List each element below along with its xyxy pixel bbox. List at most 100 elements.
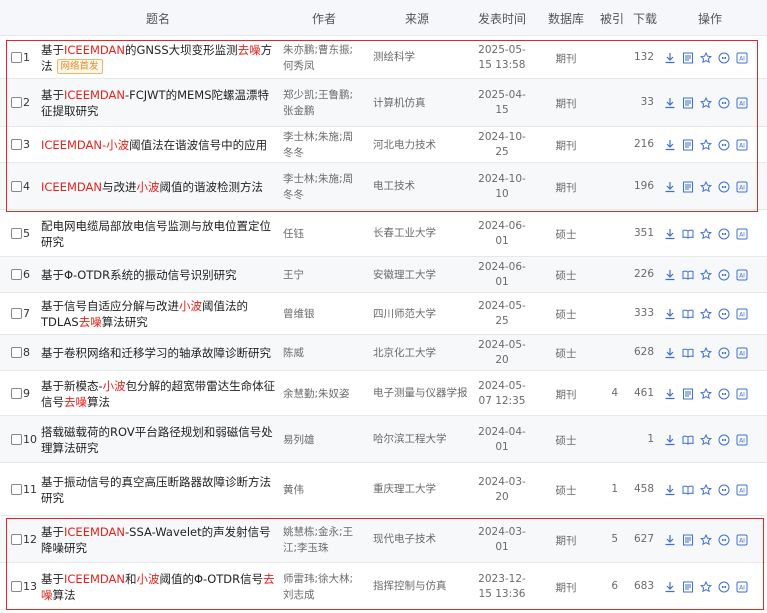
star-icon[interactable] xyxy=(700,97,712,109)
download-icon[interactable] xyxy=(664,139,676,151)
quote-icon[interactable] xyxy=(718,139,730,151)
html-read-icon[interactable] xyxy=(682,97,694,109)
download-icon[interactable] xyxy=(664,97,676,109)
article-title-link[interactable]: 基于卷积网络和迁移学习的轴承故障诊断研究 xyxy=(41,345,277,361)
source-link[interactable]: 电子测量与仪器学报 xyxy=(373,386,473,401)
row-checkbox[interactable] xyxy=(11,580,22,592)
download-icon[interactable] xyxy=(664,52,676,64)
star-icon[interactable] xyxy=(700,51,712,64)
quote-icon[interactable] xyxy=(718,52,730,64)
book-icon[interactable] xyxy=(682,228,694,240)
star-icon[interactable] xyxy=(700,227,712,240)
star-icon[interactable] xyxy=(700,433,712,446)
article-title-link[interactable]: 基于ICEEMDAN-FCJWT的MEMS陀螺温漂特征提取研究 xyxy=(41,87,277,119)
author-link[interactable]: 任钰 xyxy=(283,226,363,242)
download-icon[interactable] xyxy=(664,181,676,193)
cited-column-header[interactable]: 被引 xyxy=(600,10,624,27)
article-title-link[interactable]: 基于ICEEMDAN的GNSS大坝变形监测去噪方法 网络首发 xyxy=(41,42,277,74)
article-title-link[interactable]: 搭载磁载荷的ROV平台路径规划和弱磁信号处理算法研究 xyxy=(41,424,277,456)
ai-icon[interactable]: AI xyxy=(736,228,748,240)
source-link[interactable]: 指挥控制与仿真 xyxy=(373,579,473,594)
row-checkbox[interactable] xyxy=(11,308,22,319)
author-link[interactable]: 黄伟 xyxy=(283,482,363,498)
row-checkbox[interactable] xyxy=(11,139,22,150)
source-link[interactable]: 现代电子技术 xyxy=(373,532,473,547)
ai-icon[interactable]: AI xyxy=(736,534,748,546)
article-title-link[interactable]: 配电网电缆局部放电信号监测与放电位置定位研究 xyxy=(41,218,277,250)
article-title-link[interactable]: 基于ICEEMDAN-SSA-Wavelet的声发射信号降噪研究 xyxy=(41,524,277,556)
ai-icon[interactable]: AI xyxy=(736,388,748,400)
download-column-header[interactable]: 下载 xyxy=(633,10,657,27)
row-checkbox[interactable] xyxy=(11,97,22,108)
row-checkbox[interactable] xyxy=(11,433,22,445)
row-checkbox[interactable] xyxy=(11,227,22,239)
row-checkbox[interactable] xyxy=(11,483,22,495)
source-link[interactable]: 电工技术 xyxy=(373,179,473,194)
source-link[interactable]: 北京化工大学 xyxy=(373,346,473,361)
author-link[interactable]: 陈威 xyxy=(283,345,363,361)
author-link[interactable]: 郑少凯;王鲁鹏;张金鹏 xyxy=(283,87,363,119)
download-icon[interactable] xyxy=(664,434,676,446)
author-link[interactable]: 易列雄 xyxy=(283,432,363,448)
author-link[interactable]: 曾维银 xyxy=(283,306,363,322)
download-icon[interactable] xyxy=(664,581,676,593)
download-icon[interactable] xyxy=(664,269,676,281)
article-title-link[interactable]: 基于Φ-OTDR系统的振动信号识别研究 xyxy=(41,267,277,283)
download-icon[interactable] xyxy=(664,534,676,546)
ai-icon[interactable]: AI xyxy=(736,581,748,593)
html-read-icon[interactable] xyxy=(682,581,694,593)
title-column-header[interactable]: 题名 xyxy=(146,10,170,27)
author-link[interactable]: 师雷玮;徐大林;刘志成 xyxy=(283,571,363,603)
row-checkbox[interactable] xyxy=(11,347,22,358)
html-read-icon[interactable] xyxy=(682,534,694,546)
star-icon[interactable] xyxy=(700,483,712,496)
ai-icon[interactable]: AI xyxy=(736,308,748,320)
author-link[interactable]: 李士林;朱施;周冬冬 xyxy=(283,129,363,161)
ai-icon[interactable]: AI xyxy=(736,269,748,281)
star-icon[interactable] xyxy=(700,269,712,281)
author-link[interactable]: 朱亦鹏;曹东振;何秀凤 xyxy=(283,42,363,74)
html-read-icon[interactable] xyxy=(682,52,694,64)
ai-icon[interactable]: AI xyxy=(736,484,748,496)
ai-icon[interactable]: AI xyxy=(736,347,748,359)
date-column-header[interactable]: 发表时间 xyxy=(478,10,526,27)
author-link[interactable]: 王宁 xyxy=(283,267,363,283)
source-link[interactable]: 测绘科学 xyxy=(373,50,473,65)
author-link[interactable]: 姚慧栋;金永;王江;李玉珠 xyxy=(283,524,363,556)
book-icon[interactable] xyxy=(682,484,694,496)
row-checkbox[interactable] xyxy=(11,269,22,280)
source-link[interactable]: 长春工业大学 xyxy=(373,226,473,241)
book-icon[interactable] xyxy=(682,434,694,446)
quote-icon[interactable] xyxy=(718,269,730,281)
ai-icon[interactable]: AI xyxy=(736,52,748,64)
download-icon[interactable] xyxy=(664,308,676,320)
source-link[interactable]: 哈尔滨工程大学 xyxy=(373,432,473,447)
author-link[interactable]: 李士林;朱施;周冬冬 xyxy=(283,171,363,203)
ai-icon[interactable]: AI xyxy=(736,97,748,109)
star-icon[interactable] xyxy=(700,308,712,320)
quote-icon[interactable] xyxy=(718,434,730,446)
download-icon[interactable] xyxy=(664,228,676,240)
quote-icon[interactable] xyxy=(718,581,730,593)
download-icon[interactable] xyxy=(664,347,676,359)
html-read-icon[interactable] xyxy=(682,139,694,151)
article-title-link[interactable]: 基于ICEEMDAN和小波阈值的Φ-OTDR信号去噪算法 xyxy=(41,571,277,603)
star-icon[interactable] xyxy=(700,139,712,151)
article-title-link[interactable]: ICEEMDAN-小波阈值法在谐波信号中的应用 xyxy=(41,137,277,153)
book-icon[interactable] xyxy=(682,269,694,281)
quote-icon[interactable] xyxy=(718,484,730,496)
article-title-link[interactable]: ICEEMDAN与改进小波阈值的谐波检测方法 xyxy=(41,179,277,195)
article-title-link[interactable]: 基于信号自适应分解与改进小波阈值法的TDLAS去噪算法研究 xyxy=(41,298,277,330)
source-link[interactable]: 安徽理工大学 xyxy=(373,268,473,283)
row-checkbox[interactable] xyxy=(11,51,22,63)
star-icon[interactable] xyxy=(700,580,712,593)
quote-icon[interactable] xyxy=(718,228,730,240)
article-title-link[interactable]: 基于振动信号的真空高压断路器故障诊断方法研究 xyxy=(41,474,277,506)
ai-icon[interactable]: AI xyxy=(736,139,748,151)
book-icon[interactable] xyxy=(682,347,694,359)
author-link[interactable]: 余慧勤;朱奴姿 xyxy=(283,386,363,402)
star-icon[interactable] xyxy=(700,533,712,546)
quote-icon[interactable] xyxy=(718,388,730,400)
source-link[interactable]: 计算机仿真 xyxy=(373,96,473,111)
ai-icon[interactable]: AI xyxy=(736,181,748,193)
